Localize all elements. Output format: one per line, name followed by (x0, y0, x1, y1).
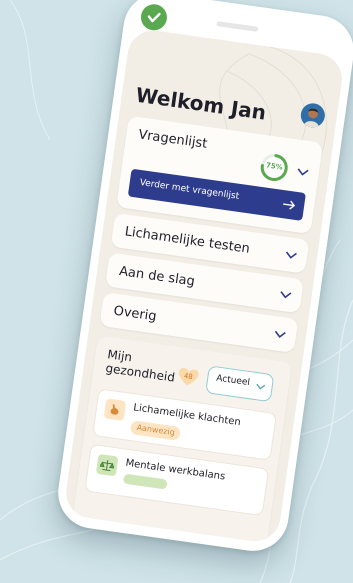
chevron-down-icon[interactable] (296, 168, 309, 178)
chevron-down-icon[interactable] (273, 330, 286, 340)
arrow-right-icon (283, 200, 296, 210)
continue-button-label: Verder met vragenlijst (139, 177, 240, 202)
chevron-down-icon[interactable] (279, 290, 292, 300)
period-select[interactable]: Actueel (205, 365, 275, 403)
chevron-down-icon[interactable] (285, 251, 298, 261)
section-label: Lichamelijke testen (123, 224, 251, 257)
check-icon[interactable] (139, 2, 169, 32)
balance-icon (95, 453, 119, 477)
section-label: Overig (112, 303, 158, 325)
my-health-panel: Mijn gezondheid 48 Actueel Lichamelijke … (70, 335, 293, 545)
stomach-icon (103, 398, 127, 421)
speaker-notch (216, 21, 259, 32)
section-label: Aan de slag (118, 263, 196, 290)
status-badge (122, 473, 168, 490)
chevron-down-icon (256, 383, 266, 390)
status-badge: Aanwezig (129, 420, 182, 441)
period-select-value: Actueel (215, 373, 251, 389)
health-title: Mijn gezondheid (104, 347, 176, 385)
section-label: Vragenlijst (137, 127, 209, 152)
